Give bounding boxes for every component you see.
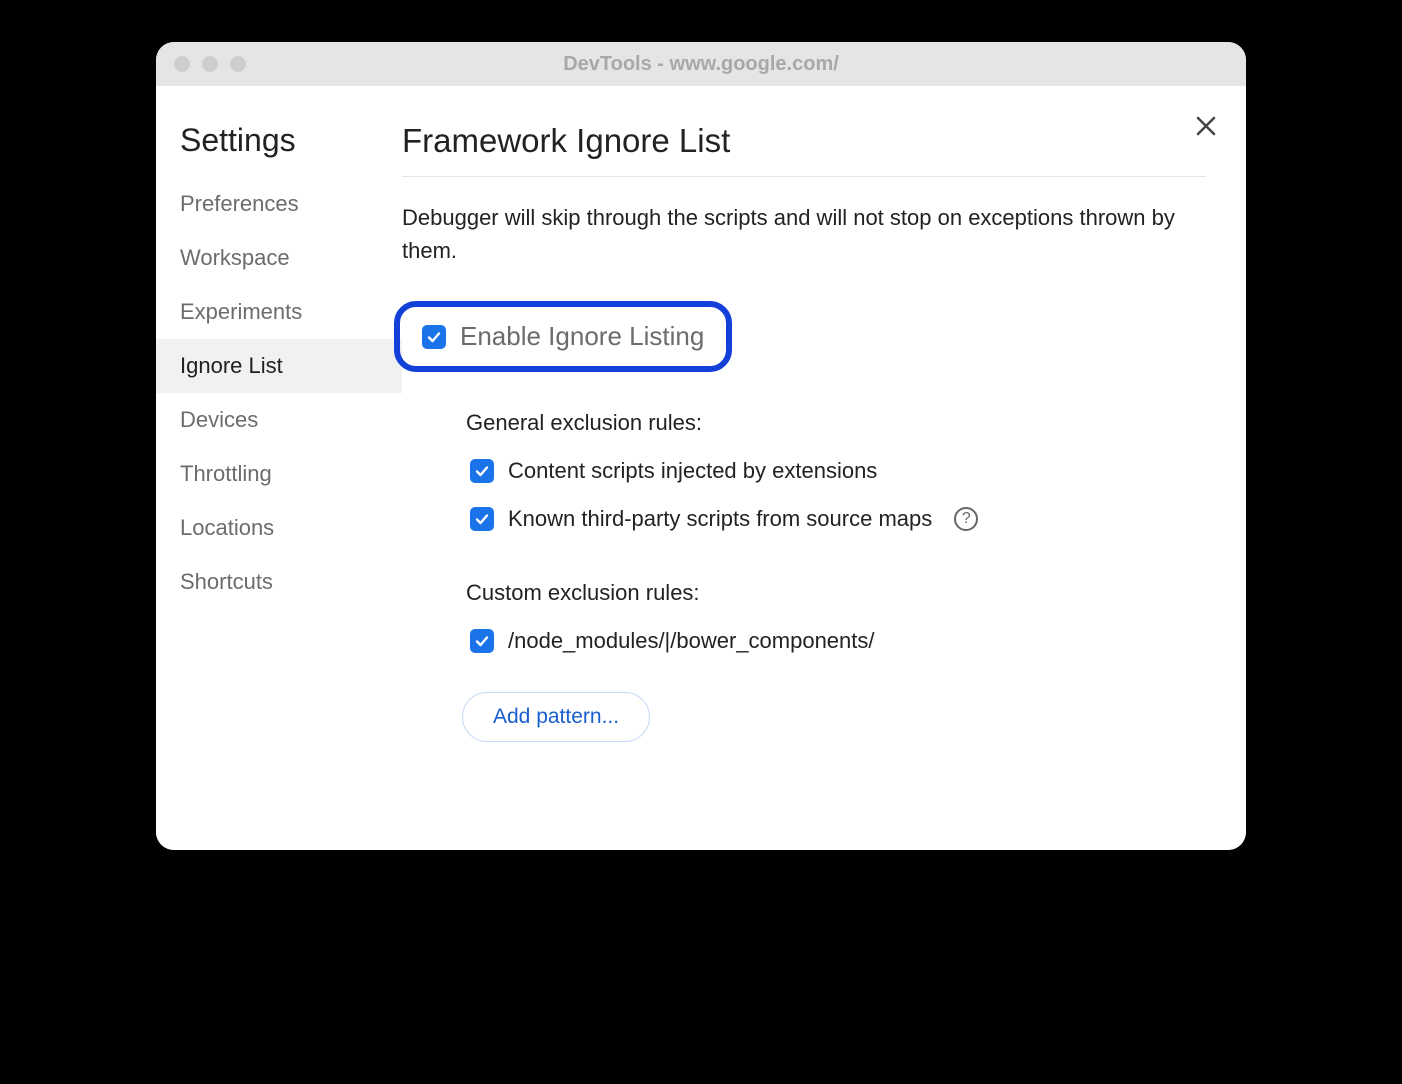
rule-custom-0-label: /node_modules/|/bower_components/	[508, 628, 875, 654]
traffic-light-minimize[interactable]	[202, 56, 218, 72]
sidebar: Settings Preferences Workspace Experimen…	[156, 86, 402, 850]
content-area: Settings Preferences Workspace Experimen…	[156, 86, 1246, 850]
general-rules-heading: General exclusion rules:	[466, 410, 1206, 436]
settings-title: Settings	[156, 122, 402, 177]
custom-rules-heading: Custom exclusion rules:	[466, 580, 1206, 606]
sidebar-item-throttling[interactable]: Throttling	[156, 447, 402, 501]
enable-ignore-listing-checkbox[interactable]	[422, 325, 446, 349]
rule-custom-0: /node_modules/|/bower_components/	[470, 628, 1206, 654]
sidebar-item-ignore-list[interactable]: Ignore List	[156, 339, 402, 393]
rule-content-scripts-checkbox[interactable]	[470, 459, 494, 483]
sidebar-item-shortcuts[interactable]: Shortcuts	[156, 555, 402, 609]
sidebar-item-preferences[interactable]: Preferences	[156, 177, 402, 231]
enable-ignore-listing-highlight: Enable Ignore Listing	[394, 301, 732, 372]
rule-content-scripts-label: Content scripts injected by extensions	[508, 458, 877, 484]
main-panel: Framework Ignore List Debugger will skip…	[402, 86, 1246, 850]
section-title: Framework Ignore List	[402, 122, 1206, 177]
section-description: Debugger will skip through the scripts a…	[402, 201, 1206, 267]
rule-content-scripts: Content scripts injected by extensions	[470, 458, 1206, 484]
help-icon[interactable]: ?	[954, 507, 978, 531]
rule-third-party-checkbox[interactable]	[470, 507, 494, 531]
add-pattern-button[interactable]: Add pattern...	[462, 692, 650, 742]
traffic-light-zoom[interactable]	[230, 56, 246, 72]
sidebar-item-workspace[interactable]: Workspace	[156, 231, 402, 285]
window: DevTools - www.google.com/ Settings Pref…	[156, 42, 1246, 850]
traffic-lights	[156, 56, 246, 72]
close-icon[interactable]	[1194, 114, 1218, 143]
rule-third-party-label: Known third-party scripts from source ma…	[508, 506, 932, 532]
sidebar-item-locations[interactable]: Locations	[156, 501, 402, 555]
rule-third-party: Known third-party scripts from source ma…	[470, 506, 1206, 532]
rule-custom-0-checkbox[interactable]	[470, 629, 494, 653]
titlebar: DevTools - www.google.com/	[156, 42, 1246, 86]
sidebar-item-devices[interactable]: Devices	[156, 393, 402, 447]
enable-ignore-listing-label: Enable Ignore Listing	[460, 321, 704, 352]
sidebar-item-experiments[interactable]: Experiments	[156, 285, 402, 339]
traffic-light-close[interactable]	[174, 56, 190, 72]
window-title: DevTools - www.google.com/	[156, 53, 1246, 76]
